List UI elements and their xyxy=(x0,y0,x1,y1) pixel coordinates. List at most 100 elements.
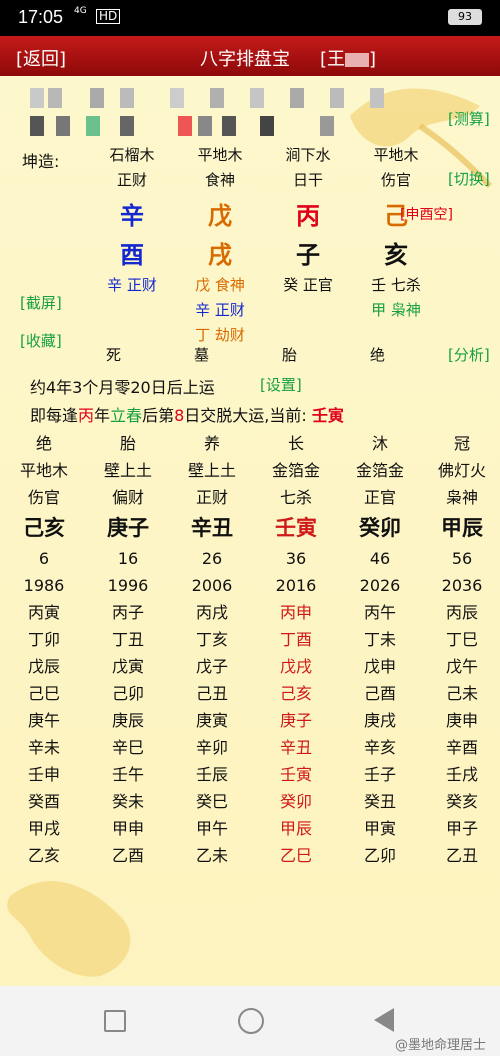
dayun-nayin: 佛灯火 xyxy=(437,461,486,480)
liunian-item[interactable]: 庚辰 xyxy=(88,707,168,734)
liunian-item[interactable]: 庚寅 xyxy=(172,707,252,734)
liunian-item[interactable]: 丙午 xyxy=(340,599,420,626)
liunian-item[interactable]: 癸酉 xyxy=(4,788,84,815)
liunian-item[interactable]: 己亥 xyxy=(256,680,336,707)
liunian-item[interactable]: 乙未 xyxy=(172,842,252,869)
liunian-item[interactable]: 甲辰 xyxy=(256,815,336,842)
liunian-item[interactable]: 乙卯 xyxy=(340,842,420,869)
liunian-item[interactable]: 丁卯 xyxy=(4,626,84,653)
liunian-item[interactable]: 庚子 xyxy=(256,707,336,734)
stem: 丙 xyxy=(296,202,320,230)
liunian-item[interactable]: 丁酉 xyxy=(256,626,336,653)
liunian-item[interactable]: 己酉 xyxy=(340,680,420,707)
liunian-item[interactable]: 壬戌 xyxy=(422,761,500,788)
liunian-item[interactable]: 丁巳 xyxy=(422,626,500,653)
stem: 戊 xyxy=(208,202,232,230)
liunian-item[interactable]: 乙亥 xyxy=(4,842,84,869)
home-icon[interactable] xyxy=(238,1008,264,1034)
dayun-shishen: 七杀 xyxy=(279,488,312,507)
analysis-button[interactable]: [分析] xyxy=(448,344,490,365)
dayun-column[interactable]: 沐金箔金 正官 癸卯 46 2026 丙午 丁未 戊申 己酉 庚戌 辛亥 壬子 癸丑 甲寅 乙卯 xyxy=(340,430,420,869)
liunian-item[interactable]: 丁亥 xyxy=(172,626,252,653)
liunian-item[interactable]: 壬辰 xyxy=(172,761,252,788)
liunian-item[interactable]: 癸卯 xyxy=(256,788,336,815)
liunian-item[interactable]: 甲子 xyxy=(422,815,500,842)
liunian-item[interactable]: 庚戌 xyxy=(340,707,420,734)
liunian-item[interactable]: 壬子 xyxy=(340,761,420,788)
info-mosaic-row-2 xyxy=(30,116,350,136)
watermark: @墨地命理居士 xyxy=(394,1038,486,1053)
dayun-column[interactable]: 冠佛灯火 枭神 甲辰 56 2036 丙辰 丁巳 戊午 己未 庚申 辛酉 壬戌 癸亥 甲子 乙丑 xyxy=(422,430,500,869)
liunian-item[interactable]: 辛亥 xyxy=(340,734,420,761)
liunian-item[interactable]: 壬寅 xyxy=(256,761,336,788)
liunian-item[interactable]: 甲申 xyxy=(88,815,168,842)
liunian-item[interactable]: 癸丑 xyxy=(340,788,420,815)
liunian-item[interactable]: 辛卯 xyxy=(172,734,252,761)
yun-text-g: 日交脱大运,当前: xyxy=(184,406,312,425)
dayun-column[interactable]: 长金箔金 七杀 壬寅 36 2016 丙申 丁酉 戊戌 己亥 庚子 辛丑 壬寅 癸卯 甲辰 乙巳 xyxy=(256,430,336,869)
liunian-item[interactable]: 丙申 xyxy=(256,599,336,626)
status-time: 17:05 xyxy=(18,7,64,27)
yun-text-a: 即每逢 xyxy=(30,406,79,425)
liunian-item[interactable]: 戊辰 xyxy=(4,653,84,680)
dayun-changsheng: 沐 xyxy=(371,434,388,453)
liunian-item[interactable]: 丙寅 xyxy=(4,599,84,626)
back-button[interactable]: [返回] xyxy=(16,45,66,71)
liunian-item[interactable]: 己巳 xyxy=(4,680,84,707)
hidden-stem: 壬 七杀 xyxy=(371,276,421,294)
dayun-start-age: 26 xyxy=(201,549,223,568)
liunian-item[interactable]: 庚午 xyxy=(4,707,84,734)
liunian-item[interactable]: 壬午 xyxy=(88,761,168,788)
liunian-item[interactable]: 丙子 xyxy=(88,599,168,626)
liunian-item[interactable]: 己未 xyxy=(422,680,500,707)
hidden-stem: 甲 枭神 xyxy=(371,301,421,319)
liunian-item[interactable]: 壬申 xyxy=(4,761,84,788)
liunian-item[interactable]: 己丑 xyxy=(172,680,252,707)
liunian-item[interactable]: 甲寅 xyxy=(340,815,420,842)
yun-text-c: 年 xyxy=(94,406,111,425)
yun-text-d: 立春 xyxy=(110,406,143,425)
liunian-item[interactable]: 甲午 xyxy=(172,815,252,842)
liunian-item[interactable]: 癸亥 xyxy=(422,788,500,815)
liunian-item[interactable]: 己卯 xyxy=(88,680,168,707)
liunian-item[interactable]: 戊午 xyxy=(422,653,500,680)
dayun-column[interactable]: 胎壁上土 偏财 庚子 16 1996 丙子 丁丑 戊寅 己卯 庚辰 辛巳 壬午 癸未 甲申 乙酉 xyxy=(88,430,168,869)
liunian-item[interactable]: 戊子 xyxy=(172,653,252,680)
dayun-nayin: 金箔金 xyxy=(355,461,404,480)
liunian-item[interactable]: 丁丑 xyxy=(88,626,168,653)
liunian-item[interactable]: 戊寅 xyxy=(88,653,168,680)
liunian-item[interactable]: 辛巳 xyxy=(88,734,168,761)
dayun-column[interactable]: 养壁上土 正财 辛丑 26 2006 丙戌 丁亥 戊子 己丑 庚寅 辛卯 壬辰 癸巳 甲午 乙未 xyxy=(172,430,252,869)
screenshot-button[interactable]: [截屏] xyxy=(20,292,62,313)
settings-button[interactable]: [设置] xyxy=(260,374,302,395)
branch: 亥 xyxy=(384,241,408,269)
liunian-item[interactable]: 癸巳 xyxy=(172,788,252,815)
liunian-item[interactable]: 丙戌 xyxy=(172,599,252,626)
switch-button[interactable]: [切换] xyxy=(448,168,490,189)
liunian-item[interactable]: 乙巳 xyxy=(256,842,336,869)
liunian-item[interactable]: 乙丑 xyxy=(422,842,500,869)
back-icon[interactable] xyxy=(374,1008,394,1032)
liunian-item[interactable]: 戊戌 xyxy=(256,653,336,680)
dayun-column[interactable]: 绝平地木 伤官 己亥 6 1986 丙寅 丁卯 戊辰 己巳 庚午 辛未 壬申 癸酉 甲戌 乙亥 xyxy=(4,430,84,869)
favorite-button[interactable]: [收藏] xyxy=(20,330,62,351)
liunian-item[interactable]: 甲戌 xyxy=(4,815,84,842)
liunian-item[interactable]: 辛丑 xyxy=(256,734,336,761)
dayun-start-age: 56 xyxy=(451,549,473,568)
dragon-decoration-bottom-icon xyxy=(7,881,131,977)
liunian-item[interactable]: 戊申 xyxy=(340,653,420,680)
liunian-item[interactable]: 癸未 xyxy=(88,788,168,815)
dayun-shishen: 伤官 xyxy=(27,488,60,507)
changsheng-day: 胎 xyxy=(282,346,298,364)
recent-apps-icon[interactable] xyxy=(104,1010,126,1032)
liunian-item[interactable]: 庚申 xyxy=(422,707,500,734)
liunian-item[interactable]: 辛酉 xyxy=(422,734,500,761)
liunian-item[interactable]: 丙辰 xyxy=(422,599,500,626)
liunian-item[interactable]: 辛未 xyxy=(4,734,84,761)
measure-button[interactable]: [测算] xyxy=(448,108,490,129)
liunian-item[interactable]: 丁未 xyxy=(340,626,420,653)
yun-rule-text: 即每逢丙年立春后第8日交脱大运,当前: 壬寅 xyxy=(30,402,344,426)
liunian-item[interactable]: 乙酉 xyxy=(88,842,168,869)
dayun-start-age: 36 xyxy=(285,549,307,568)
dayun-start-year: 2026 xyxy=(359,576,401,595)
